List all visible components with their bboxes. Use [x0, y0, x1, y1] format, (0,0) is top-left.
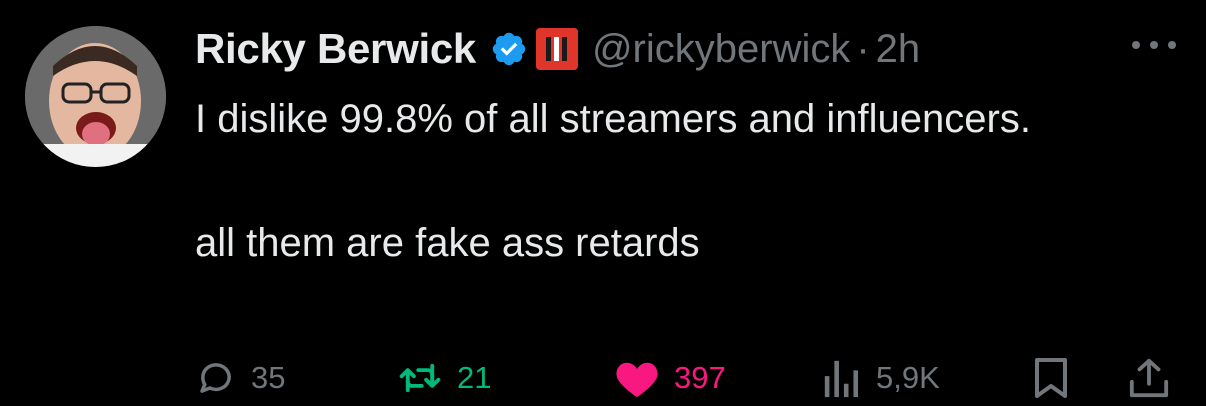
views-button[interactable]: 5,9K	[822, 350, 940, 406]
display-name[interactable]: Ricky Berwick	[195, 25, 476, 73]
reply-icon	[200, 363, 231, 393]
affiliation-badge-icon[interactable]	[535, 28, 578, 70]
views-count: 5,9K	[876, 360, 940, 395]
like-count: 397	[674, 360, 726, 395]
action-bar: 35 21 397 5,9K	[0, 350, 1206, 406]
tweet-text: I dislike 99.8% of all streamers and inf…	[195, 88, 1095, 274]
post-time[interactable]: 2h	[876, 27, 921, 72]
share-icon	[1129, 358, 1169, 398]
avatar-photo	[25, 26, 166, 167]
reply-count: 35	[251, 360, 286, 395]
more-icon[interactable]	[1126, 30, 1182, 60]
like-button[interactable]: 397	[614, 350, 726, 406]
tweet-text-paragraph: I dislike 99.8% of all streamers and inf…	[195, 97, 1031, 141]
tweet-header: Ricky Berwick @rickyberwick · 2h	[195, 22, 920, 76]
like-icon	[616, 362, 658, 398]
meta-separator: ·	[856, 26, 870, 71]
share-button[interactable]	[1128, 350, 1170, 406]
bookmark-button[interactable]	[1031, 350, 1071, 406]
retweet-count: 21	[457, 360, 492, 395]
retweet-icon	[399, 363, 441, 393]
views-icon	[824, 360, 859, 398]
avatar[interactable]	[25, 26, 166, 167]
tweet[interactable]: Ricky Berwick @rickyberwick · 2h I disli…	[0, 0, 1206, 406]
verified-badge-icon[interactable]	[490, 30, 528, 68]
author-handle[interactable]: @rickyberwick	[592, 27, 850, 72]
bookmark-icon	[1035, 358, 1067, 398]
reply-button[interactable]: 35	[195, 350, 285, 406]
tweet-text-paragraph: all them are fake ass retards	[195, 221, 700, 265]
retweet-button[interactable]: 21	[397, 350, 491, 406]
